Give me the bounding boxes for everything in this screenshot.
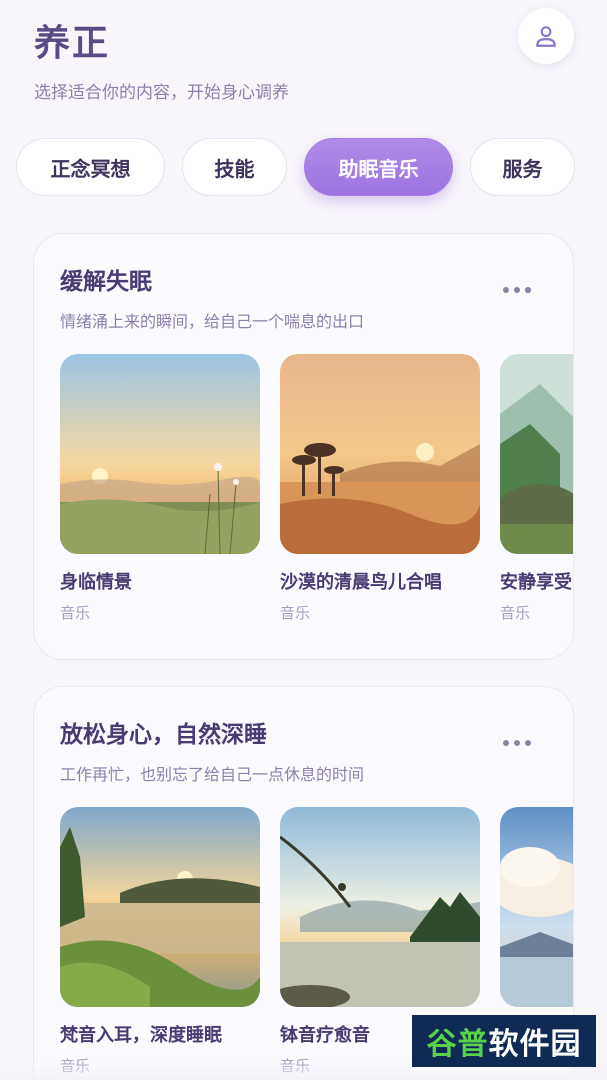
- category-tabs: 正念冥想 技能 助眠音乐 服务: [16, 138, 607, 198]
- music-title: 梵音入耳，深度睡眠: [60, 1025, 222, 1046]
- tab-skills[interactable]: 技能: [182, 138, 287, 196]
- music-thumbnail: [280, 807, 480, 1007]
- music-title: 沙漠的清晨鸟儿合唱: [280, 572, 442, 593]
- music-item[interactable]: 安静享受 音乐: [500, 354, 573, 623]
- more-options-icon[interactable]: [503, 737, 531, 749]
- site-watermark: 谷普 软件园: [412, 1015, 596, 1067]
- section-description: 情绪涌上来的瞬间，给自己一个喘息的出口: [60, 312, 365, 331]
- music-type: 音乐: [60, 604, 91, 622]
- tab-mindfulness[interactable]: 正念冥想: [16, 138, 165, 196]
- tab-sleep-music[interactable]: 助眠音乐: [304, 138, 453, 196]
- music-thumbnail: [60, 354, 260, 554]
- watermark-part-2: 软件园: [488, 1027, 582, 1062]
- tab-services[interactable]: 服务: [470, 138, 575, 196]
- app-subtitle: 选择适合你的内容，开始身心调养: [34, 83, 289, 103]
- music-title: 安静享受: [500, 572, 572, 593]
- app-page: 养正 选择适合你的内容，开始身心调养 正念冥想 技能 助眠音乐 服务 缓解失眠 …: [0, 0, 607, 1080]
- music-type: 音乐: [500, 604, 531, 622]
- section-card-insomnia: 缓解失眠 情绪涌上来的瞬间，给自己一个喘息的出口 身临情景 音乐 沙漠的清晨鸟儿…: [33, 233, 574, 660]
- watermark-part-1: 谷普: [426, 1027, 489, 1062]
- music-list: 身临情景 音乐 沙漠的清晨鸟儿合唱 音乐 安静享受 音乐: [60, 354, 573, 634]
- music-thumbnail: [60, 807, 260, 1007]
- more-options-icon[interactable]: [503, 284, 531, 296]
- music-item[interactable]: 梵音入耳，深度睡眠 音乐: [60, 807, 260, 1076]
- music-thumbnail: [500, 354, 573, 554]
- music-item[interactable]: 沙漠的清晨鸟儿合唱 音乐: [280, 354, 480, 623]
- music-title: 身临情景: [60, 572, 132, 593]
- profile-button[interactable]: [518, 8, 574, 64]
- app-title: 养正: [34, 23, 111, 64]
- music-item[interactable]: 身临情景 音乐: [60, 354, 260, 623]
- music-thumbnail: [500, 807, 573, 1007]
- section-description: 工作再忙，也别忘了给自己一点休息的时间: [60, 765, 365, 784]
- music-thumbnail: [280, 354, 480, 554]
- music-item[interactable]: 音乐: [500, 807, 573, 1042]
- section-title: 放松身心，自然深睡: [60, 722, 267, 748]
- section-title: 缓解失眠: [60, 269, 152, 295]
- music-type: 音乐: [280, 604, 311, 622]
- user-icon: [536, 26, 556, 47]
